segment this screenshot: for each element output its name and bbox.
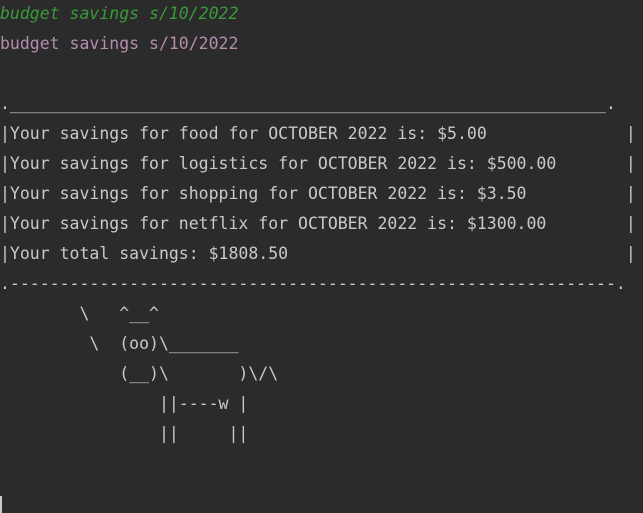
- command-echo: budget savings s/10/2022: [0, 4, 239, 23]
- terminal-window[interactable]: budget savings s/10/2022 budget savings …: [0, 0, 643, 513]
- ascii-cow-line: ||----w |: [0, 394, 249, 413]
- text-cursor: [0, 496, 2, 513]
- savings-row-netflix: |Your savings for netflix for OCTOBER 20…: [0, 214, 636, 233]
- box-border-top: ._______________________________________…: [0, 94, 616, 113]
- ascii-cow-line: (__)\ )\/\: [0, 364, 279, 383]
- box-border-bottom: .---------------------------------------…: [0, 274, 626, 293]
- savings-row-total: |Your total savings: $1808.50 |: [0, 244, 636, 263]
- savings-row-logistics: |Your savings for logistics for OCTOBER …: [0, 154, 636, 173]
- ascii-cow-line: \ (oo)\_______: [0, 334, 239, 353]
- ascii-cow-line: \ ^__^: [0, 304, 159, 323]
- savings-row-shopping: |Your savings for shopping for OCTOBER 2…: [0, 184, 636, 203]
- savings-row-food: |Your savings for food for OCTOBER 2022 …: [0, 124, 636, 143]
- command-input-line: budget savings s/10/2022: [0, 34, 239, 53]
- ascii-cow-line: || ||: [0, 424, 249, 443]
